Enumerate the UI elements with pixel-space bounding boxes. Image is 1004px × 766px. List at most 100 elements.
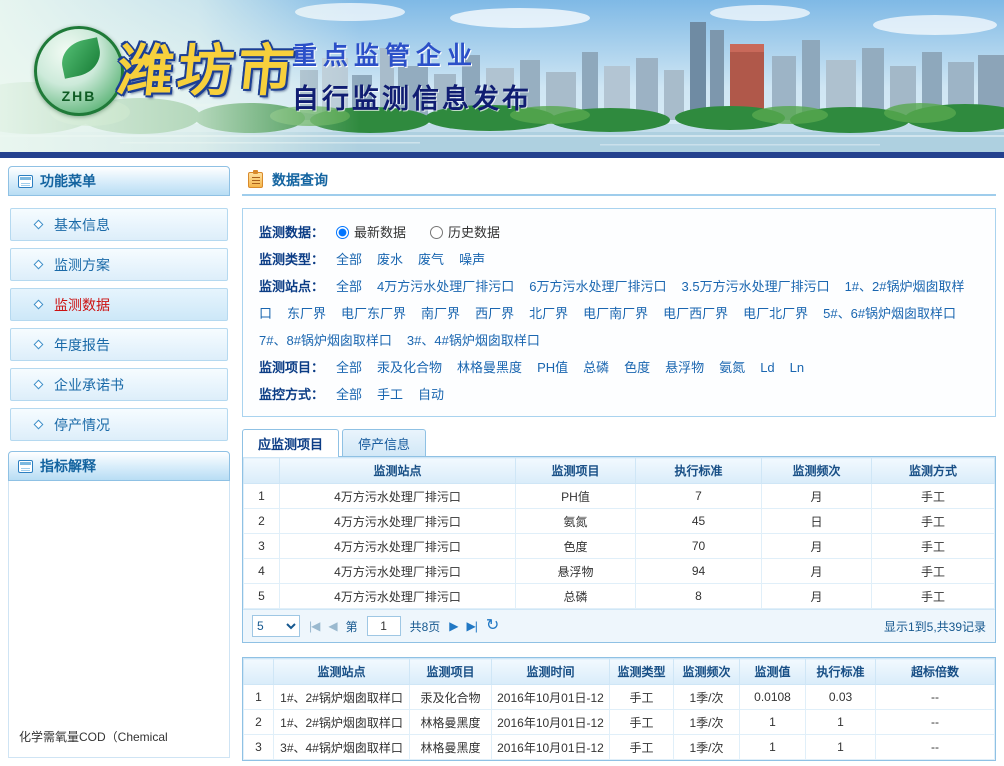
monitoring-items-table: 监测站点监测项目执行标准监测频次监测方式14万方污水处理厂排污口PH值7月手工2… bbox=[243, 457, 995, 609]
diamond-icon bbox=[34, 340, 44, 350]
diamond-icon bbox=[34, 420, 44, 430]
column-header bbox=[244, 458, 280, 484]
total-pages-label: 共8页 bbox=[410, 618, 441, 635]
column-header: 监测项目 bbox=[410, 659, 492, 685]
table-cell: 1季/次 bbox=[674, 735, 740, 760]
pagination-summary: 显示1到5,共39记录 bbox=[884, 618, 986, 635]
table-row: 24万方污水处理厂排污口氨氮45日手工 bbox=[244, 509, 995, 534]
filter-option-link[interactable]: 电厂北厂界 bbox=[743, 306, 808, 321]
refresh-button[interactable]: ↻ bbox=[486, 618, 498, 634]
filter-option-link[interactable]: PH值 bbox=[537, 360, 568, 375]
filter-box: 监测数据：最新数据历史数据监测类型：全部废水废气噪声监测站点：全部4万方污水处理… bbox=[242, 208, 996, 417]
table-cell: 月 bbox=[762, 484, 872, 509]
filter-option-link[interactable]: 全部 bbox=[336, 360, 362, 375]
filter-option-link[interactable]: 色度 bbox=[624, 360, 650, 375]
table-cell: 1季/次 bbox=[674, 685, 740, 710]
next-page-button[interactable]: ▶ bbox=[449, 619, 457, 633]
filter-option-link[interactable]: 3.5万方污水处理厂排污口 bbox=[682, 279, 830, 294]
table-cell: 1季/次 bbox=[674, 710, 740, 735]
table-row: 44万方污水处理厂排污口悬浮物94月手工 bbox=[244, 559, 995, 584]
radio-input[interactable] bbox=[430, 226, 443, 239]
filter-option-link[interactable]: 悬浮物 bbox=[665, 360, 704, 375]
column-header bbox=[244, 659, 274, 685]
table-cell: 8 bbox=[636, 584, 762, 609]
filter-row: 监测类型：全部废水废气噪声 bbox=[259, 246, 983, 273]
sidebar-item[interactable]: 年度报告 bbox=[10, 328, 228, 361]
filter-option-link[interactable]: 西厂界 bbox=[475, 306, 514, 321]
indicator-scroll-text: 化学需氧量COD（Chemical bbox=[19, 728, 168, 745]
filter-option-link[interactable]: 南厂界 bbox=[421, 306, 460, 321]
column-header: 监测站点 bbox=[274, 659, 410, 685]
page-number-input[interactable] bbox=[367, 616, 401, 636]
table-cell: 2 bbox=[244, 710, 274, 735]
sidebar-item[interactable]: 监测数据 bbox=[10, 288, 228, 321]
filter-option-link[interactable]: 北厂界 bbox=[529, 306, 568, 321]
filter-option-link[interactable]: 自动 bbox=[418, 387, 444, 402]
filter-option-link[interactable]: 总磷 bbox=[583, 360, 609, 375]
radio-option[interactable]: 历史数据 bbox=[430, 225, 500, 240]
filter-option-link[interactable]: 电厂西厂界 bbox=[663, 306, 728, 321]
table-row: 54万方污水处理厂排污口总磷8月手工 bbox=[244, 584, 995, 609]
sidebar-item-label: 监测数据 bbox=[54, 295, 110, 315]
filter-option-link[interactable]: 全部 bbox=[336, 387, 362, 402]
tab[interactable]: 应监测项目 bbox=[242, 429, 339, 456]
radio-option-label: 最新数据 bbox=[354, 225, 406, 240]
filter-option-link[interactable]: 电厂东厂界 bbox=[341, 306, 406, 321]
filter-option-link[interactable]: 氨氮 bbox=[719, 360, 745, 375]
prev-page-button[interactable]: ◀ bbox=[328, 619, 336, 633]
filter-option-link[interactable]: 4万方污水处理厂排污口 bbox=[377, 279, 514, 294]
table-cell: 手工 bbox=[610, 710, 674, 735]
diamond-icon bbox=[34, 380, 44, 390]
filter-option-link[interactable]: 废水 bbox=[377, 252, 403, 267]
table-cell: -- bbox=[876, 710, 995, 735]
filter-option-link[interactable]: 林格曼黑度 bbox=[457, 360, 522, 375]
filter-option-link[interactable]: Ln bbox=[790, 360, 804, 375]
page-size-select[interactable]: 5 bbox=[252, 615, 300, 637]
table-cell: 手工 bbox=[872, 534, 995, 559]
table-cell: 悬浮物 bbox=[516, 559, 636, 584]
table-cell: 5 bbox=[244, 584, 280, 609]
content: 功能菜单 基本信息监测方案监测数据年度报告企业承诺书停产情况 指标解释 化学需氧… bbox=[0, 158, 1004, 758]
filter-option-link[interactable]: 5#、6#锅炉烟囱取样口 bbox=[823, 306, 956, 321]
column-header: 监测值 bbox=[740, 659, 806, 685]
filter-row: 监测数据：最新数据历史数据 bbox=[259, 219, 983, 246]
sidebar-item[interactable]: 监测方案 bbox=[10, 248, 228, 281]
filter-option-link[interactable]: 电厂南厂界 bbox=[583, 306, 648, 321]
filter-option-link[interactable]: 全部 bbox=[336, 252, 362, 267]
filter-option-link[interactable]: 全部 bbox=[336, 279, 362, 294]
table-cell: 总磷 bbox=[516, 584, 636, 609]
filter-option-link[interactable]: 噪声 bbox=[459, 252, 485, 267]
page-label-prefix: 第 bbox=[346, 618, 358, 635]
tab[interactable]: 停产信息 bbox=[342, 429, 426, 456]
sidebar-item[interactable]: 停产情况 bbox=[10, 408, 228, 441]
radio-option[interactable]: 最新数据 bbox=[336, 225, 406, 240]
last-page-button[interactable]: ▶| bbox=[467, 619, 477, 633]
diamond-icon bbox=[34, 220, 44, 230]
filter-option-link[interactable]: 6万方污水处理厂排污口 bbox=[529, 279, 666, 294]
monitoring-items-panel: 监测站点监测项目执行标准监测频次监测方式14万方污水处理厂排污口PH值7月手工2… bbox=[242, 456, 996, 643]
filter-option-link[interactable]: 汞及化合物 bbox=[377, 360, 442, 375]
table-cell: 1 bbox=[806, 710, 876, 735]
table-cell: 月 bbox=[762, 534, 872, 559]
radio-input[interactable] bbox=[336, 226, 349, 239]
table-row: 11#、2#锅炉烟囱取样口汞及化合物2016年10月01日-12手工1季/次0.… bbox=[244, 685, 995, 710]
filter-option-link[interactable]: 手工 bbox=[377, 387, 403, 402]
sidebar-item[interactable]: 基本信息 bbox=[10, 208, 228, 241]
filter-option-link[interactable]: 3#、4#锅炉烟囱取样口 bbox=[407, 333, 540, 348]
table-cell: 4万方污水处理厂排污口 bbox=[280, 509, 516, 534]
book-icon bbox=[18, 460, 33, 473]
filter-option-link[interactable]: 东厂界 bbox=[287, 306, 326, 321]
table-cell: 0.03 bbox=[806, 685, 876, 710]
first-page-button[interactable]: |◀ bbox=[309, 619, 319, 633]
filter-option-link[interactable]: Ld bbox=[760, 360, 774, 375]
filter-option-link[interactable]: 7#、8#锅炉烟囱取样口 bbox=[259, 333, 392, 348]
table-cell: 汞及化合物 bbox=[410, 685, 492, 710]
indicator-header: 指标解释 bbox=[8, 451, 230, 481]
filter-row: 监测站点：全部4万方污水处理厂排污口6万方污水处理厂排污口3.5万方污水处理厂排… bbox=[259, 273, 983, 354]
filter-option-link[interactable]: 废气 bbox=[418, 252, 444, 267]
sidebar-item[interactable]: 企业承诺书 bbox=[10, 368, 228, 401]
column-header: 超标倍数 bbox=[876, 659, 995, 685]
banner-title-line2: 自行监测信息发布 bbox=[292, 77, 532, 116]
table-cell: 林格曼黑度 bbox=[410, 710, 492, 735]
table-cell: 45 bbox=[636, 509, 762, 534]
